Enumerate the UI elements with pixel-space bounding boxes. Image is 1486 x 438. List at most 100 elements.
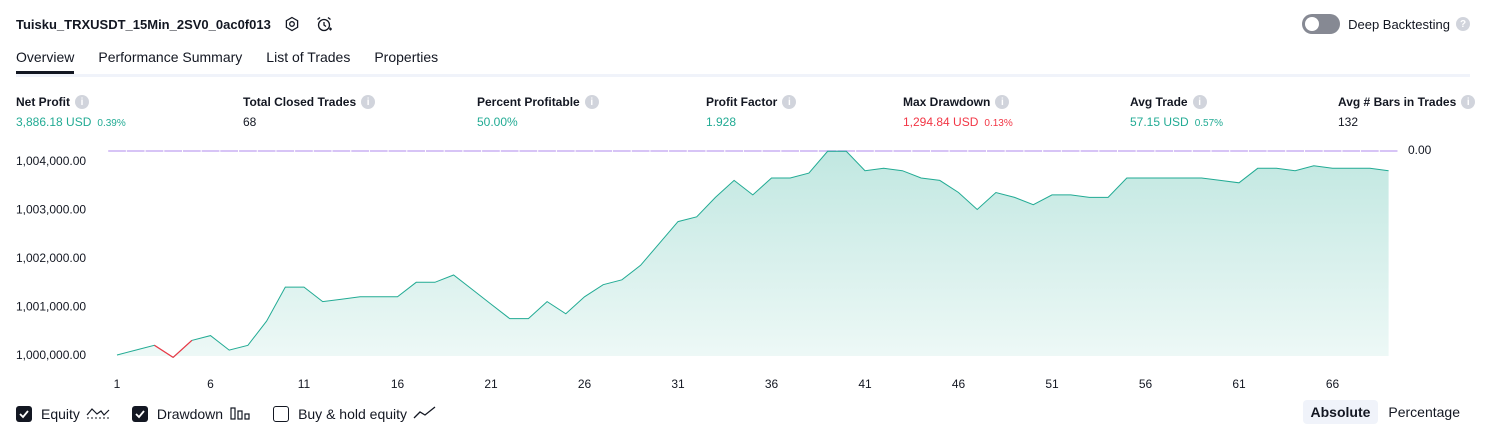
x-axis-tick-label: 61 — [1232, 377, 1246, 391]
metric-label: Profit Factor — [706, 95, 778, 109]
deep-backtesting-toggle[interactable] — [1302, 14, 1341, 34]
chart-legend: Equity Drawdown Buy & hold equity — [16, 402, 459, 426]
drawdown-bar — [1155, 150, 1174, 152]
x-axis-tick-label: 6 — [207, 377, 214, 391]
info-icon[interactable]: i — [584, 95, 599, 109]
drawdown-bar — [556, 150, 575, 152]
drawdown-bar — [369, 150, 388, 152]
metric-net-profit: Net Profit i 3,886.18 USD 0.39% — [16, 94, 126, 129]
deep-backtesting: Deep Backtesting ? — [1302, 12, 1470, 36]
drawdown-bar — [1080, 150, 1099, 152]
drawdown-bar — [239, 150, 257, 152]
drawdown-bar — [762, 150, 781, 152]
alarm-clock-icon[interactable] — [313, 13, 335, 35]
drawdown-bar — [1061, 150, 1080, 152]
drawdown-bar — [388, 150, 407, 152]
drawdown-bar — [1005, 150, 1024, 152]
drawdown-bar — [781, 150, 799, 152]
drawdown-bar — [594, 150, 613, 152]
drawdown-bar — [1379, 150, 1398, 152]
drawdown-bar — [126, 150, 145, 152]
drawdown-bar — [706, 150, 725, 152]
tab-performance-summary[interactable]: Performance Summary — [98, 46, 242, 71]
drawdown-bar — [930, 150, 949, 152]
drawdown-bar — [313, 150, 332, 152]
metric-label: Avg # Bars in Trades — [1338, 95, 1457, 109]
metric-label: Total Closed Trades — [243, 95, 357, 109]
metric-avg-bars-in-trades: Avg # Bars in Trades i 132 — [1338, 94, 1476, 129]
drawdown-bar — [500, 150, 519, 152]
drawdown-bar — [482, 150, 500, 152]
x-axis-tick-label: 26 — [578, 377, 592, 391]
left-axis-tick-label: 1,001,000.00 — [16, 300, 86, 314]
drawdown-bar — [1043, 150, 1061, 152]
drawdown-bar — [1099, 150, 1117, 152]
metric-label: Net Profit — [16, 95, 70, 109]
checkbox-checked-icon[interactable] — [16, 406, 32, 422]
metric-value: 132 — [1338, 115, 1359, 129]
drawdown-bar — [1192, 150, 1211, 152]
drawdown-checkbox[interactable]: Drawdown — [131, 405, 251, 424]
scale-switch: Absolute Percentage — [1302, 400, 1469, 424]
x-axis-tick-label: 31 — [671, 377, 685, 391]
drawdown-bar — [538, 150, 556, 152]
metric-value: 1.928 — [706, 115, 737, 129]
equity-label: Equity — [41, 406, 80, 422]
metric-label: Avg Trade — [1130, 95, 1188, 109]
info-icon[interactable]: i — [361, 95, 376, 109]
equity-area — [117, 151, 1389, 358]
drawdown-bar — [295, 150, 313, 152]
info-icon[interactable]: i — [1461, 95, 1476, 109]
buy-hold-checkbox[interactable]: Buy & hold equity — [273, 405, 437, 424]
x-axis-tick-label: 1 — [114, 377, 121, 391]
drawdown-bar — [276, 150, 295, 152]
drawdown-bar — [1305, 150, 1323, 152]
tab-bar: Overview Performance Summary List of Tra… — [16, 46, 1470, 77]
drawdown-bar — [220, 150, 238, 152]
metric-total-closed-trades: Total Closed Trades i 68 — [243, 94, 376, 129]
percentage-button[interactable]: Percentage — [1380, 400, 1468, 424]
tab-overview[interactable]: Overview — [16, 46, 75, 74]
drawdown-label: Drawdown — [156, 406, 224, 422]
right-axis-tick-label: 0.00 — [1408, 143, 1432, 157]
drawdown-bar — [257, 150, 276, 152]
metric-profit-factor: Profit Factor i 1.928 — [706, 94, 797, 129]
metric-percent: 0.57% — [1194, 118, 1224, 129]
drawdown-bar — [893, 150, 912, 152]
drawdown-bars-icon — [229, 405, 251, 424]
checkbox-checked-icon[interactable] — [131, 406, 148, 422]
drawdown-bar — [426, 150, 444, 152]
left-axis-tick-label: 1,000,000.00 — [16, 348, 86, 362]
help-icon[interactable]: ? — [1456, 17, 1470, 31]
drawdown-bar — [1118, 150, 1136, 152]
info-icon[interactable]: i — [75, 95, 89, 109]
metric-label: Max Drawdown — [903, 95, 991, 109]
x-axis-tick-label: 36 — [765, 377, 779, 391]
equity-checkbox[interactable]: Equity — [16, 405, 110, 424]
drawdown-bar — [1323, 150, 1342, 152]
drawdown-bar — [519, 150, 538, 152]
equity-drawdown-chart: 1,004,000.00 1,003,000.00 1,002,000.00 1,00… — [16, 143, 1432, 391]
settings-icon[interactable] — [281, 13, 303, 35]
tab-list-of-trades[interactable]: List of Trades — [266, 46, 350, 71]
equity-line-icon — [86, 405, 110, 424]
drawdown-bar — [351, 150, 369, 152]
drawdown-bar — [407, 150, 425, 152]
checkbox-unchecked-icon[interactable] — [273, 406, 290, 422]
info-icon[interactable]: i — [782, 95, 797, 109]
tab-properties[interactable]: Properties — [374, 46, 438, 71]
absolute-button[interactable]: Absolute — [1302, 400, 1379, 424]
info-icon[interactable]: i — [1192, 95, 1207, 109]
buy-hold-label: Buy & hold equity — [298, 406, 408, 422]
metric-value: 57.15 USD — [1130, 115, 1189, 129]
drawdown-bar — [108, 150, 126, 152]
strategy-title: Tuisku_TRXUSDT_15Min_2SV0_0ac0f013 — [16, 16, 271, 32]
metric-percent: 0.39% — [97, 118, 126, 129]
info-icon[interactable]: i — [995, 95, 1010, 109]
x-axis-tick-label: 16 — [391, 377, 405, 391]
left-axis-tick-label: 1,003,000.00 — [16, 203, 86, 217]
drawdown-bar — [1342, 150, 1361, 152]
metric-value: 1,294.84 USD — [903, 115, 979, 129]
strategy-header: Tuisku_TRXUSDT_15Min_2SV0_0ac0f013 — [16, 12, 335, 36]
metric-max-drawdown: Max Drawdown i 1,294.84 USD 0.13% — [903, 94, 1013, 129]
